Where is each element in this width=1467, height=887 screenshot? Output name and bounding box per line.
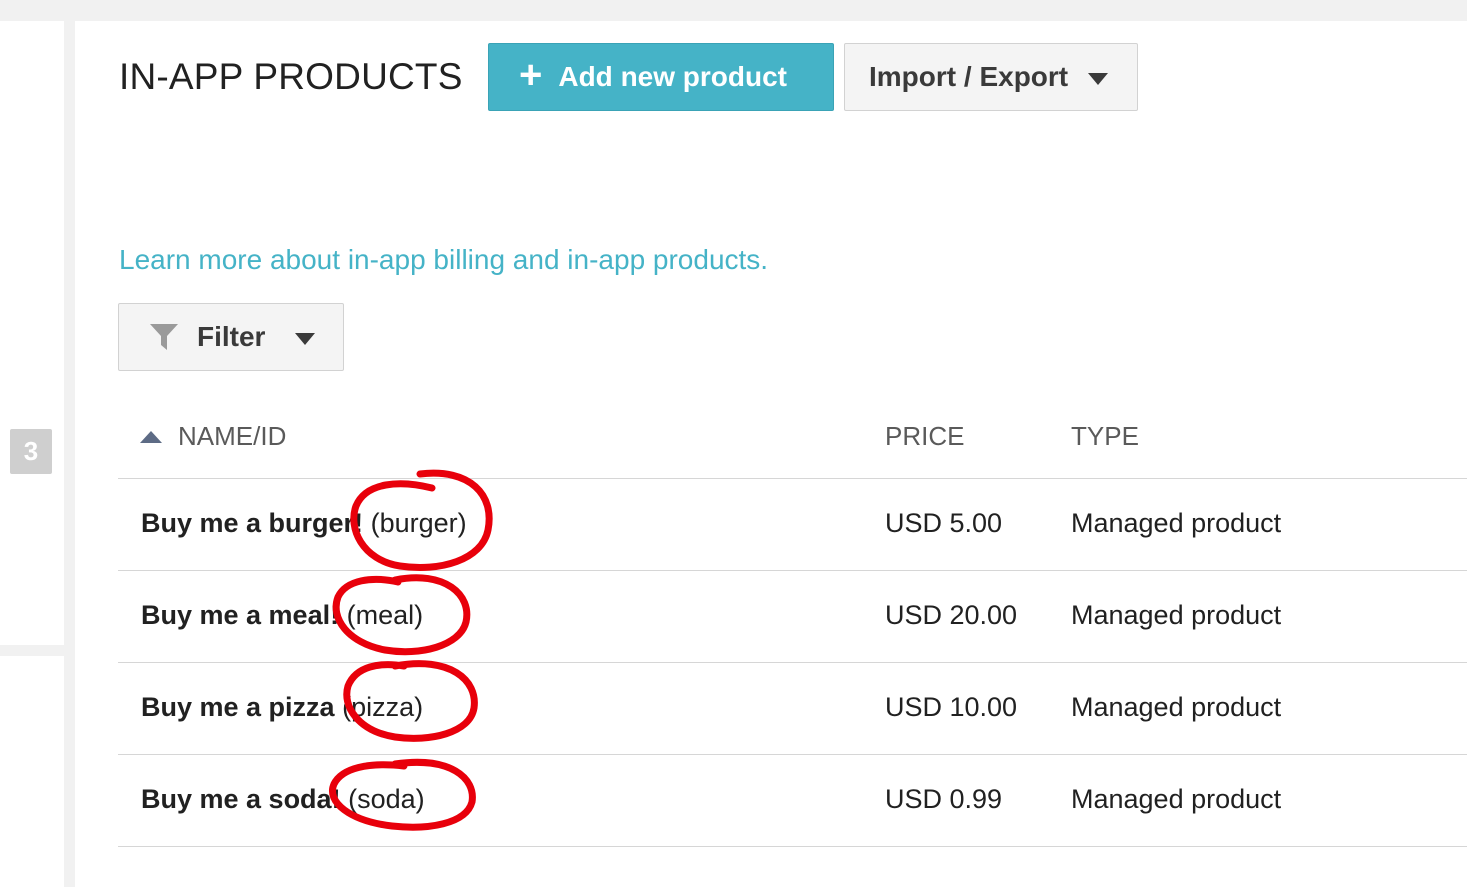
product-price: USD 10.00 bbox=[885, 692, 1018, 722]
table-header: NAME/ID PRICE TYPE bbox=[118, 394, 1467, 479]
column-header-name-label: NAME/ID bbox=[178, 421, 287, 451]
add-new-product-button[interactable]: + Add new product bbox=[488, 43, 834, 111]
product-id: (soda) bbox=[348, 784, 425, 814]
product-id: (meal) bbox=[346, 600, 424, 630]
product-type: Managed product bbox=[1071, 784, 1282, 814]
chevron-down-icon bbox=[295, 333, 316, 345]
product-name: Buy me a meal! bbox=[141, 600, 340, 630]
plus-icon: + bbox=[519, 53, 543, 97]
product-type: Managed product bbox=[1071, 692, 1282, 722]
product-id: (burger) bbox=[370, 508, 467, 538]
top-strip bbox=[0, 0, 1467, 21]
table-row[interactable]: Buy me a soda! (soda) USD 0.99 Managed p… bbox=[118, 755, 1467, 847]
products-table: NAME/ID PRICE TYPE Buy me a burger! (bur… bbox=[118, 394, 1467, 847]
left-divider bbox=[0, 645, 64, 656]
product-type: Managed product bbox=[1071, 508, 1282, 538]
filter-funnel-icon bbox=[149, 323, 179, 351]
product-name-cell: Buy me a meal! (meal) bbox=[141, 600, 423, 631]
product-name: Buy me a pizza bbox=[141, 692, 335, 722]
left-rail bbox=[64, 21, 75, 887]
product-id: (pizza) bbox=[342, 692, 424, 722]
product-type: Managed product bbox=[1071, 600, 1282, 630]
product-price: USD 5.00 bbox=[885, 508, 1003, 538]
filter-button[interactable]: Filter bbox=[118, 303, 344, 371]
column-header-type[interactable]: TYPE bbox=[1071, 421, 1139, 452]
import-export-button[interactable]: Import / Export bbox=[844, 43, 1138, 111]
product-name: Buy me a burger! bbox=[141, 508, 364, 538]
product-name-cell: Buy me a burger! (burger) bbox=[141, 508, 467, 539]
page-title: IN-APP PRODUCTS bbox=[119, 56, 463, 97]
table-row[interactable]: Buy me a pizza (pizza) USD 10.00 Managed… bbox=[118, 663, 1467, 755]
chevron-down-icon bbox=[1088, 73, 1109, 85]
product-price: USD 20.00 bbox=[885, 600, 1018, 630]
add-new-product-label: Add new product bbox=[558, 61, 788, 92]
learn-more-link[interactable]: Learn more about in-app billing and in-a… bbox=[119, 244, 768, 276]
product-name: Buy me a soda! bbox=[141, 784, 341, 814]
product-name-cell: Buy me a pizza (pizza) bbox=[141, 692, 423, 723]
filter-label: Filter bbox=[197, 321, 266, 352]
product-name-cell: Buy me a soda! (soda) bbox=[141, 784, 425, 815]
import-export-label: Import / Export bbox=[869, 61, 1069, 92]
table-row[interactable]: Buy me a meal! (meal) USD 20.00 Managed … bbox=[118, 571, 1467, 663]
column-header-name[interactable]: NAME/ID bbox=[140, 421, 286, 452]
sort-ascending-icon bbox=[140, 430, 162, 443]
table-row[interactable]: Buy me a burger! (burger) USD 5.00 Manag… bbox=[118, 479, 1467, 571]
product-price: USD 0.99 bbox=[885, 784, 1003, 814]
step-badge: 3 bbox=[10, 429, 52, 474]
column-header-price[interactable]: PRICE bbox=[885, 421, 964, 452]
